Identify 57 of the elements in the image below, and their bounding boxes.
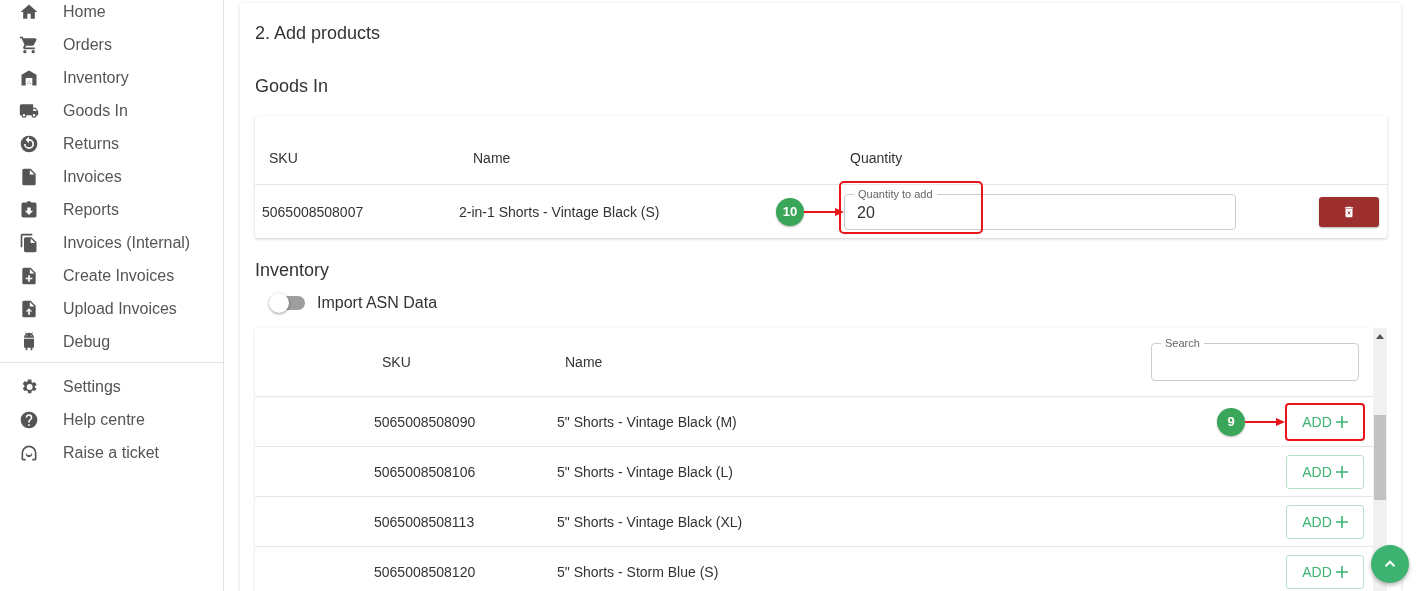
- sidebar-item[interactable]: Inventory: [0, 61, 223, 94]
- inventory-title: Inventory: [255, 260, 331, 281]
- trash-icon: [1342, 204, 1356, 219]
- sku-cell-text: 5065008508007: [261, 203, 365, 220]
- step-marker: 9: [1217, 407, 1245, 436]
- delete-button[interactable]: [1319, 196, 1379, 227]
- help-icon: [19, 409, 39, 430]
- column-header: Quantity: [849, 148, 904, 166]
- sidebar-item[interactable]: Invoices: [0, 160, 223, 193]
- toggle-switch[interactable]: [269, 293, 305, 313]
- sidebar-item[interactable]: Returns: [0, 127, 223, 160]
- field-label: Search: [1161, 337, 1204, 349]
- column-header: SKU: [381, 354, 412, 370]
- sidebar-item[interactable]: Invoices (Internal): [0, 226, 223, 259]
- goods-in-title: Goods In: [255, 76, 330, 97]
- name-cell-text: 5" Shorts - Storm Blue (S): [557, 563, 720, 580]
- plus-icon: [1335, 415, 1348, 428]
- sidebar-item[interactable]: Upload Invoices: [0, 292, 223, 325]
- column-header: Name: [472, 148, 512, 166]
- section-title: 2. Add products: [255, 23, 382, 44]
- sku-cell-text: 5065008508120: [374, 563, 477, 580]
- document-upload-icon: [19, 298, 39, 319]
- name-cell-text: 5" Shorts - Vintage Black (M): [557, 413, 738, 430]
- field-label: Quantity to add: [854, 187, 937, 200]
- sku-cell-text: 5065008508113: [374, 513, 476, 530]
- document-plus-icon: [19, 265, 39, 286]
- plus-icon: [1335, 565, 1348, 578]
- document-icon: [19, 166, 39, 187]
- step-marker: 10: [776, 197, 804, 226]
- name-cell-text: 2-in-1 Shorts - Vintage Black (S): [458, 203, 661, 220]
- field-value: 20: [857, 203, 875, 222]
- restore-icon: [19, 133, 39, 154]
- sidebar-item[interactable]: Help centre: [0, 403, 223, 436]
- plus-icon: [1335, 465, 1348, 478]
- sidebar-item[interactable]: Create Invoices: [0, 259, 223, 292]
- sidebar-item[interactable]: Raise a ticket: [0, 436, 223, 469]
- name-cell-text: 5" Shorts - Vintage Black (XL): [557, 513, 744, 530]
- sku-cell-text: 5065008508106: [374, 463, 477, 480]
- toggle-label: Import ASN Data: [317, 294, 438, 312]
- scroll-up-icon[interactable]: [1376, 334, 1384, 339]
- scrollbar-thumb[interactable]: [1374, 415, 1386, 500]
- callout-arrow: [804, 206, 844, 217]
- sidebar-item[interactable]: Reports: [0, 193, 223, 226]
- sidebar-item[interactable]: Goods In: [0, 94, 223, 127]
- sidebar-item[interactable]: Settings: [0, 370, 223, 403]
- column-header: Name: [564, 354, 604, 370]
- name-cell-text: 5" Shorts - Vintage Black (L): [557, 463, 734, 480]
- cart-icon: [19, 34, 39, 55]
- column-header: SKU: [268, 148, 299, 166]
- sidebar-item[interactable]: Orders: [0, 28, 223, 61]
- sidebar-item[interactable]: Debug: [0, 325, 223, 358]
- sidebar-item[interactable]: Home: [0, 0, 223, 28]
- callout-arrow: [1245, 416, 1285, 427]
- sku-cell-text: 5065008508090: [374, 413, 477, 430]
- plus-icon: [1335, 515, 1348, 528]
- documents-icon: [19, 232, 39, 253]
- clipboard-download-icon: [19, 199, 39, 220]
